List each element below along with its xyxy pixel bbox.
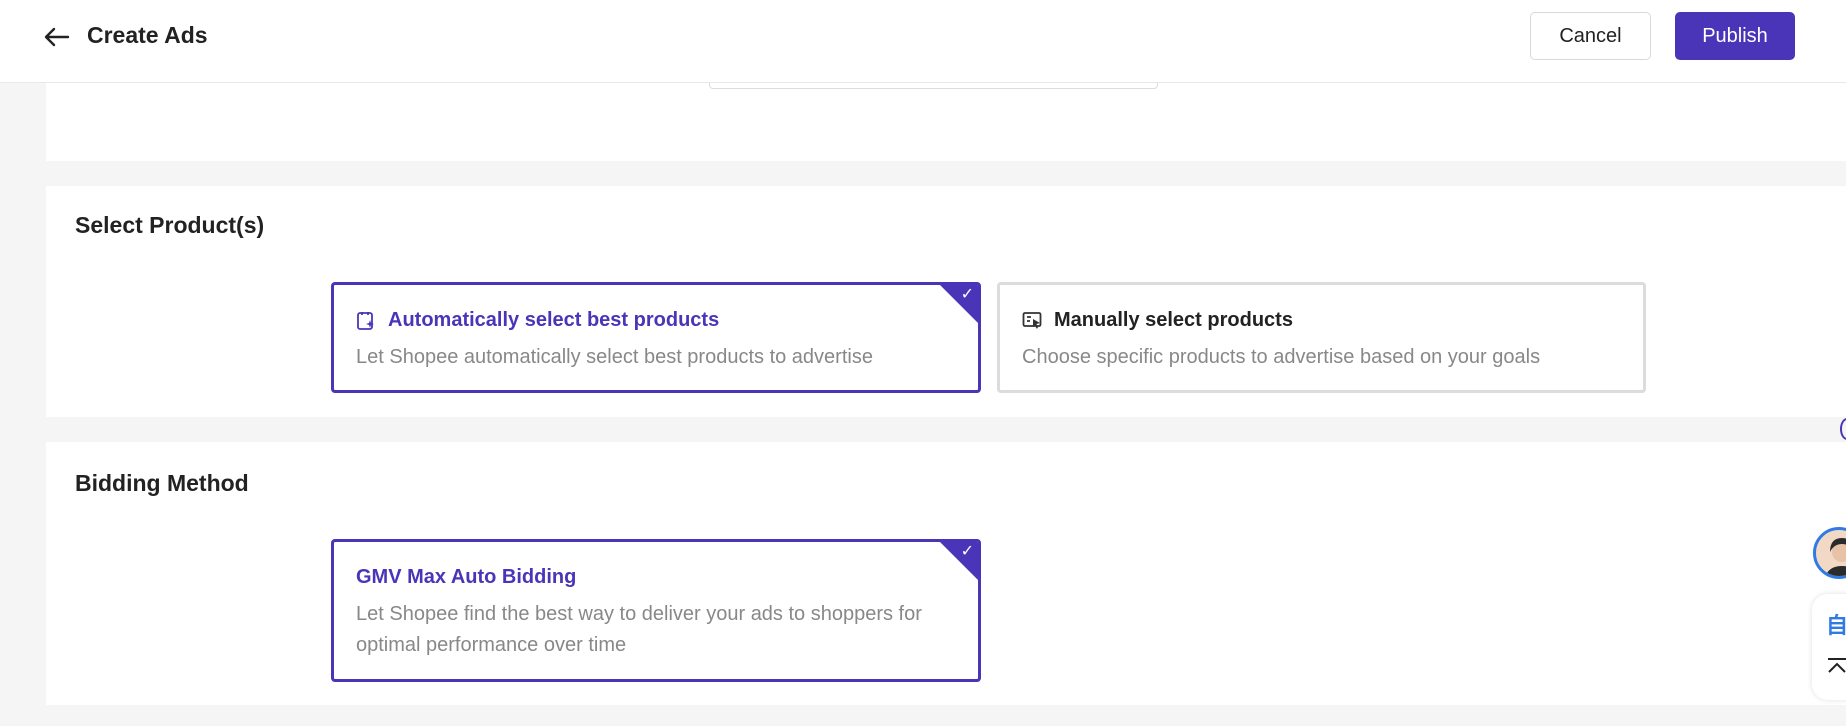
- manual-select-icon: [1022, 311, 1042, 331]
- option-title: Automatically select best products: [388, 309, 720, 331]
- checkmark-icon: ✓: [960, 543, 974, 560]
- gmv-max-auto-bidding-option[interactable]: GMV Max Auto Bidding Let Shopee find the…: [331, 539, 981, 682]
- partial-input-field[interactable]: [709, 83, 1158, 89]
- section-title-bidding-method: Bidding Method: [75, 470, 249, 496]
- back-arrow-icon[interactable]: [42, 24, 72, 50]
- checkmark-icon: ✓: [960, 286, 974, 303]
- section-title-select-products: Select Product(s): [75, 212, 265, 238]
- publish-button[interactable]: Publish: [1675, 12, 1795, 60]
- option-description: Let Shopee automatically select best pro…: [356, 346, 873, 368]
- option-description-line-1: Let Shopee find the best way to deliver …: [356, 603, 922, 625]
- cancel-button[interactable]: Cancel: [1530, 12, 1651, 60]
- side-toolbar: 自: [1812, 594, 1846, 700]
- page-title: Create Ads: [87, 22, 208, 48]
- auto-select-products-option[interactable]: Automatically select best products Let S…: [331, 282, 981, 393]
- option-description: Choose specific products to advertise ba…: [1022, 346, 1541, 368]
- side-toolbar-glyph[interactable]: 自: [1826, 608, 1846, 640]
- help-indicator-icon[interactable]: [1840, 418, 1846, 440]
- option-title: GMV Max Auto Bidding: [356, 566, 577, 588]
- option-title: Manually select products: [1054, 309, 1293, 331]
- select-products-section: Select Product(s) Automatically select b…: [46, 186, 1846, 417]
- previous-section-card: [46, 83, 1846, 161]
- top-bar: Create Ads Cancel Publish: [0, 0, 1846, 83]
- auto-select-icon: [356, 311, 376, 331]
- option-description-line-2: optimal performance over time: [356, 634, 627, 656]
- manual-select-products-option[interactable]: Manually select products Choose specific…: [997, 282, 1646, 393]
- bidding-method-section: Bidding Method GMV Max Auto Bidding Let …: [46, 442, 1846, 705]
- back-to-top-icon[interactable]: [1826, 656, 1846, 678]
